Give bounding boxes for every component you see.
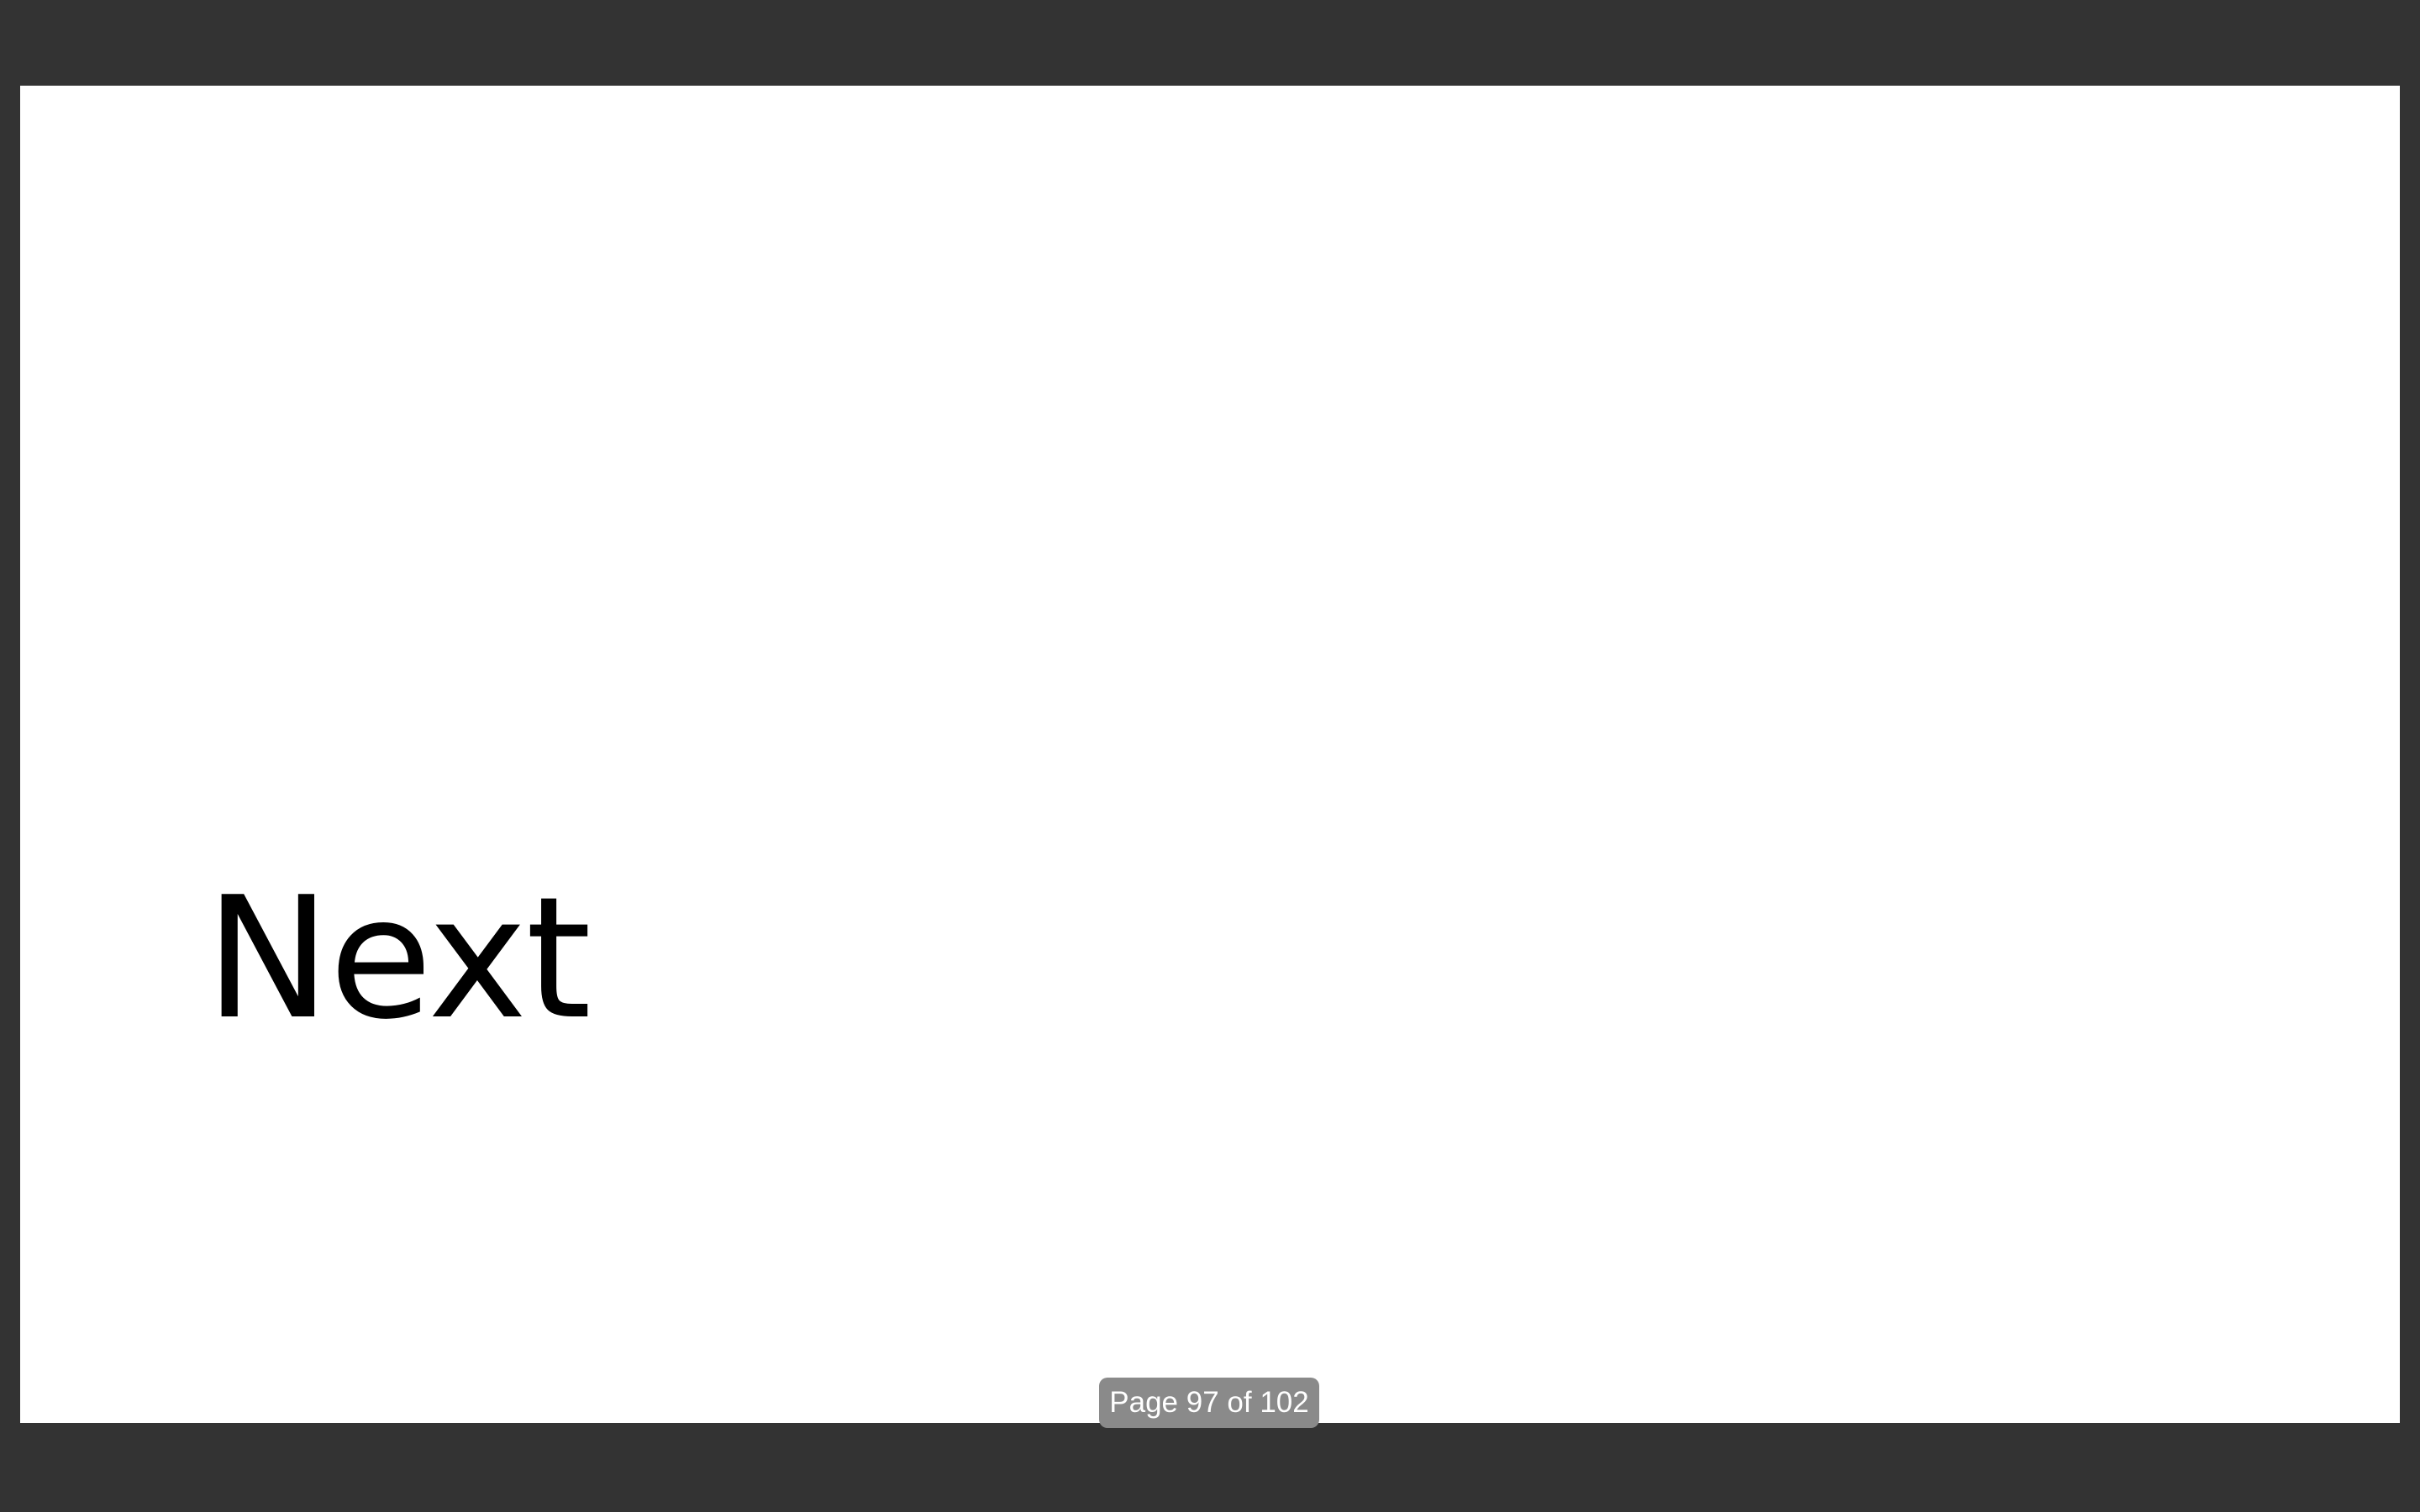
slide-canvas[interactable]: Next — [20, 86, 2400, 1423]
slide-title: Next — [205, 861, 592, 1057]
presentation-viewer: Next Page 97 of 102 — [0, 0, 2420, 1512]
page-indicator: Page 97 of 102 — [1099, 1378, 1319, 1428]
